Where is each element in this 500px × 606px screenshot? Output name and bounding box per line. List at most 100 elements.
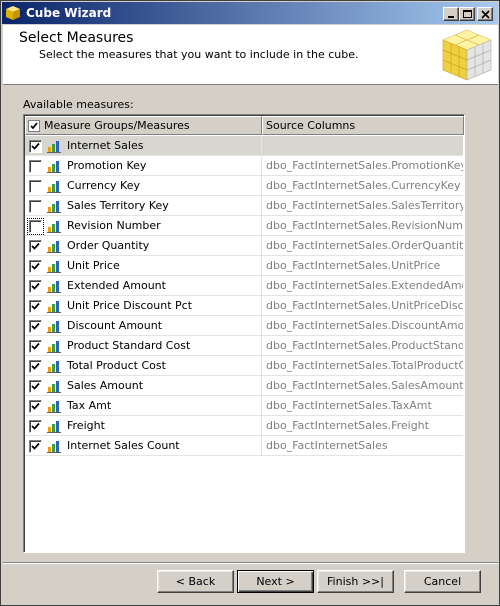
measure-name-cell: Unit Price (25, 256, 262, 276)
measure-name: Total Product Cost (67, 359, 166, 372)
measure-name-cell: Revision Number (25, 216, 262, 236)
measure-name: Unit Price Discount Pct (67, 299, 193, 312)
footer-divider (3, 562, 498, 564)
measure-row[interactable]: Internet Sales Count dbo_FactInternetSale… (25, 436, 463, 456)
source-column-cell: dbo_FactInternetSales.TotalProductC... (266, 359, 463, 372)
bar-chart-icon (47, 279, 61, 293)
measure-name-cell: Tax Amt (25, 396, 262, 416)
bar-chart-icon (47, 359, 61, 373)
measure-name-cell: Internet Sales Count (25, 436, 262, 456)
measure-row[interactable]: Order Quantity dbo_FactInternetSales.Orde… (25, 236, 463, 256)
wizard-header: Select Measures Select the measures that… (3, 25, 498, 85)
measure-name: Unit Price (67, 259, 120, 272)
measure-checkbox[interactable] (29, 340, 42, 353)
cube-wizard-window: Cube Wizard Select Measures Select the m… (0, 0, 500, 606)
measure-checkbox[interactable] (29, 160, 42, 173)
measure-row[interactable]: Sales Territory Key dbo_FactInternetSales… (25, 196, 463, 216)
measure-row[interactable]: Freight dbo_FactInternetSales.Freight (25, 416, 463, 436)
measure-group-row[interactable]: Internet Sales (25, 136, 463, 156)
measure-name-cell: Freight (25, 416, 262, 436)
bar-chart-icon (47, 219, 61, 233)
measure-row[interactable]: Tax Amt dbo_FactInternetSales.TaxAmt (25, 396, 463, 416)
cancel-button[interactable]: Cancel (404, 570, 481, 593)
measure-row[interactable]: Currency Key dbo_FactInternetSales.Curren… (25, 176, 463, 196)
measure-name-cell: Discount Amount (25, 316, 262, 336)
bar-chart-icon (47, 179, 61, 193)
next-button[interactable]: Next > (237, 570, 314, 593)
measure-name-cell: Promotion Key (25, 156, 262, 176)
bar-chart-icon (47, 299, 61, 313)
measure-name-cell: Unit Price Discount Pct (25, 296, 262, 316)
maximize-button[interactable] (459, 7, 475, 21)
minimize-button[interactable] (443, 7, 459, 21)
measure-checkbox[interactable] (29, 200, 42, 213)
measure-row[interactable]: Revision Number dbo_FactInternetSales.Rev… (25, 216, 463, 236)
measure-name: Currency Key (67, 179, 140, 192)
source-column-cell: dbo_FactInternetSales.RevisionNumber (266, 219, 463, 232)
measure-name: Product Standard Cost (67, 339, 191, 352)
window-title: Cube Wizard (26, 6, 112, 20)
bar-chart-icon (47, 419, 61, 433)
source-column-cell: dbo_FactInternetSales.SalesAmount (266, 379, 463, 392)
measure-name-cell: Sales Territory Key (25, 196, 262, 216)
bar-chart-icon (47, 439, 61, 453)
source-column-cell: dbo_FactInternetSales (266, 439, 388, 452)
source-column-cell: dbo_FactInternetSales.TaxAmt (266, 399, 432, 412)
maximize-icon (463, 10, 472, 18)
close-button[interactable] (477, 7, 493, 21)
source-column-cell: dbo_FactInternetSales.UnitPriceDisco... (266, 299, 463, 312)
bar-chart-icon (47, 139, 61, 153)
measure-row[interactable]: Sales Amount dbo_FactInternetSales.SalesA… (25, 376, 463, 396)
measure-checkbox[interactable] (29, 240, 42, 253)
measure-checkbox[interactable] (29, 360, 42, 373)
measure-row[interactable]: Unit Price Discount Pct dbo_FactInternetS… (25, 296, 463, 316)
measure-checkbox[interactable] (29, 380, 42, 393)
cube-icon (6, 6, 20, 20)
measure-name: Order Quantity (67, 239, 150, 252)
measure-checkbox[interactable] (27, 218, 44, 235)
measure-row[interactable]: Total Product Cost dbo_FactInternetSales.… (25, 356, 463, 376)
source-column-cell: dbo_FactInternetSales.CurrencyKey (266, 179, 461, 192)
measure-checkbox[interactable] (29, 420, 42, 433)
source-column-cell: dbo_FactInternetSales.Freight (266, 419, 429, 432)
measure-checkbox[interactable] (29, 260, 42, 273)
bar-chart-icon (47, 379, 61, 393)
measure-checkbox[interactable] (29, 300, 42, 313)
measure-row[interactable]: Product Standard Cost dbo_FactInternetSal… (25, 336, 463, 356)
page-subtitle: Select the measures that you want to inc… (39, 48, 359, 61)
measure-checkbox[interactable] (29, 140, 42, 153)
measure-row[interactable]: Unit Price dbo_FactInternetSales.UnitPric… (25, 256, 463, 276)
measure-checkbox[interactable] (29, 440, 42, 453)
measure-checkbox[interactable] (29, 280, 42, 293)
measure-name: Sales Territory Key (67, 199, 169, 212)
finish-button[interactable]: Finish >>| (317, 570, 394, 593)
measures-grid[interactable]: Measure Groups/Measures Source Columns I… (23, 114, 465, 553)
measure-name-cell: Currency Key (25, 176, 262, 196)
measure-name-cell: Order Quantity (25, 236, 262, 256)
measure-row[interactable]: Discount Amount dbo_FactInternetSales.Dis… (25, 316, 463, 336)
column-header-measures[interactable]: Measure Groups/Measures (25, 116, 262, 135)
column-header-source[interactable]: Source Columns (262, 116, 464, 135)
measure-row[interactable]: Extended Amount dbo_FactInternetSales.Ext… (25, 276, 463, 296)
measure-name: Internet Sales Count (67, 439, 180, 452)
source-column-cell: dbo_FactInternetSales.ExtendedAmo... (266, 279, 463, 292)
cube-logo-icon (442, 29, 492, 81)
back-button[interactable]: < Back (157, 570, 234, 593)
measure-checkbox[interactable] (29, 400, 42, 413)
bar-chart-icon (47, 199, 61, 213)
measure-name: Freight (67, 419, 105, 432)
measure-name-cell: Total Product Cost (25, 356, 262, 376)
measure-name-cell: Sales Amount (25, 376, 262, 396)
measure-checkbox[interactable] (29, 320, 42, 333)
measure-name-cell: Product Standard Cost (25, 336, 262, 356)
measure-name: Sales Amount (67, 379, 144, 392)
select-all-checkbox[interactable] (28, 120, 40, 132)
bar-chart-icon (47, 339, 61, 353)
bar-chart-icon (47, 259, 61, 273)
measure-checkbox[interactable] (29, 180, 42, 193)
measure-name: Internet Sales (67, 139, 144, 152)
title-bar[interactable]: Cube Wizard (2, 2, 498, 24)
measure-row[interactable]: Promotion Key dbo_FactInternetSales.Promo… (25, 156, 463, 176)
bar-chart-icon (47, 239, 61, 253)
measure-name: Tax Amt (67, 399, 112, 412)
